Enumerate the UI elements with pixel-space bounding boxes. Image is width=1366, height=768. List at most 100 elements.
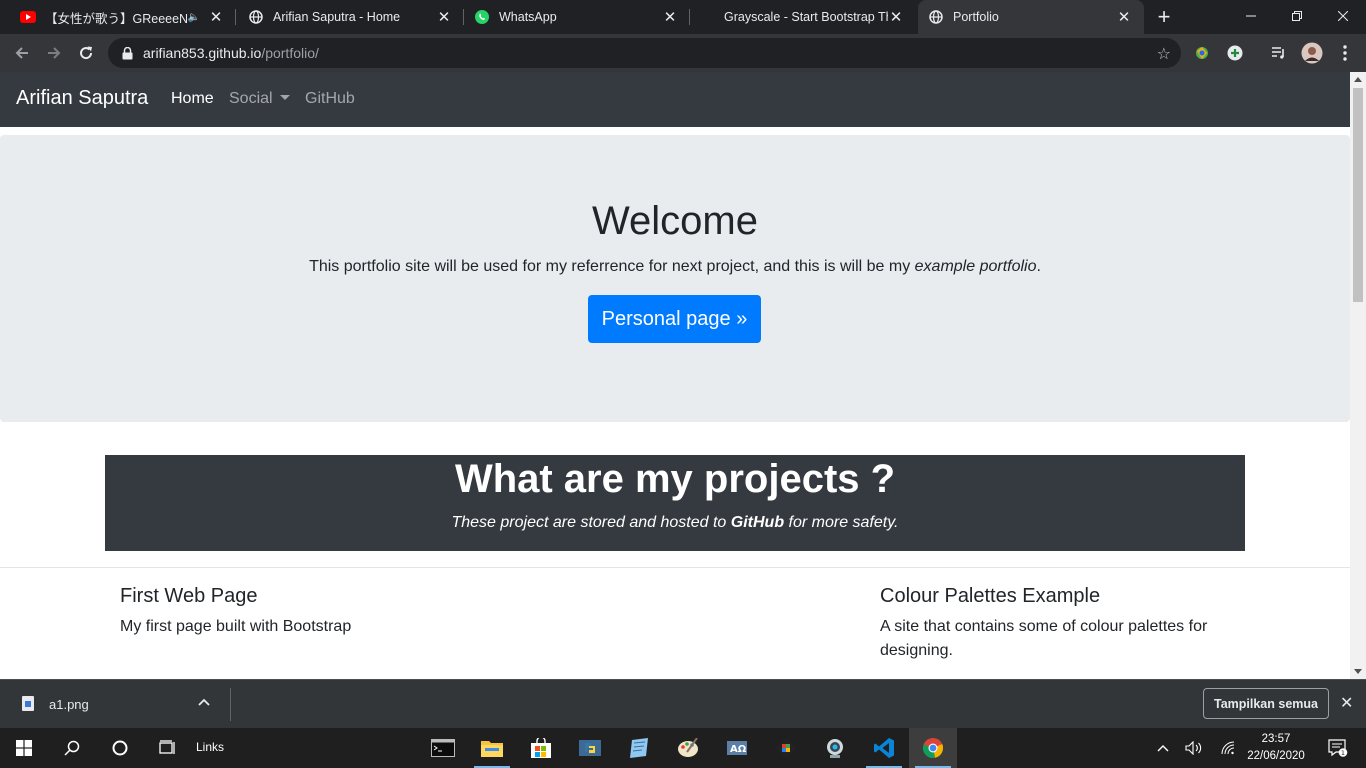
taskbar-snipping-tool[interactable] xyxy=(762,728,810,768)
globe-icon xyxy=(248,9,264,25)
shelf-separator xyxy=(230,688,231,721)
taskbar-python[interactable] xyxy=(566,728,614,768)
tab-portfolio[interactable]: Portfolio ✕ xyxy=(918,0,1144,34)
taskbar-paint[interactable] xyxy=(664,728,712,768)
nav-social-dropdown[interactable]: Social xyxy=(229,90,290,108)
show-all-button[interactable]: Tampilkan semua xyxy=(1203,688,1329,719)
new-tab-button[interactable]: + xyxy=(1152,4,1176,29)
tab-strip: 【女性が歌う】GReeeeN / 星 🔈 ✕ Arifian Saputra -… xyxy=(0,0,1366,34)
personal-page-button[interactable]: Personal page » xyxy=(588,295,761,343)
windows-taskbar: Links AΩ 23:57 22/06/2020 1 xyxy=(0,728,1366,768)
chrome-icon xyxy=(922,738,944,759)
task-view-button[interactable] xyxy=(144,728,192,768)
svg-text:AΩ: AΩ xyxy=(730,744,747,755)
python-icon xyxy=(579,740,601,756)
browser-toolbar: arifian853.github.io /portfolio/ ☆ xyxy=(0,34,1366,72)
tab-arifian-home[interactable]: Arifian Saputra - Home ✕ xyxy=(236,0,464,34)
media-queue-icon[interactable] xyxy=(1268,42,1290,64)
taskbar-webcam-app[interactable] xyxy=(811,728,859,768)
close-shelf-icon[interactable]: ✕ xyxy=(1340,693,1353,713)
nav-home[interactable]: Home xyxy=(171,90,214,108)
jumbotron-text: This portfolio site will be used for my … xyxy=(0,258,1350,276)
tab-youtube[interactable]: 【女性が歌う】GReeeeN / 星 🔈 ✕ xyxy=(0,0,236,34)
search-icon xyxy=(64,740,80,756)
reload-button[interactable] xyxy=(72,39,100,67)
taskbar-vscode[interactable] xyxy=(860,728,908,768)
taskbar-file-explorer[interactable] xyxy=(468,728,516,768)
bookmark-star-icon[interactable]: ☆ xyxy=(1157,44,1171,64)
tab-grayscale[interactable]: Grayscale - Start Bootstrap The ✕ xyxy=(690,0,916,34)
projects-subtitle-part: These project are stored and hosted to xyxy=(451,514,731,531)
jumbotron-text-end: . xyxy=(1036,258,1041,275)
paint-palette-icon xyxy=(678,738,698,757)
card-title-colour-palettes[interactable]: Colour Palettes Example xyxy=(880,585,1100,608)
download-filename[interactable]: a1.png xyxy=(49,697,89,712)
taskbar-store[interactable] xyxy=(517,728,565,768)
webcam-icon xyxy=(827,739,843,758)
page-scrollbar[interactable] xyxy=(1350,72,1366,679)
speaker-icon[interactable]: 🔈 xyxy=(188,12,200,23)
tab-title: WhatsApp xyxy=(499,10,557,24)
cortana-icon xyxy=(112,740,128,756)
task-view-icon xyxy=(159,740,175,754)
globe-icon xyxy=(928,9,944,25)
jumbotron-text-part: This portfolio site will be used for my … xyxy=(309,258,915,275)
action-center-button[interactable]: 1 xyxy=(1318,728,1358,768)
taskbar-character-map[interactable]: AΩ xyxy=(713,728,761,768)
forward-button[interactable] xyxy=(40,39,68,67)
taskbar-notes-app[interactable] xyxy=(615,728,663,768)
close-tab-icon[interactable]: ✕ xyxy=(888,9,904,26)
whatsapp-icon xyxy=(474,9,490,25)
clock-time: 23:57 xyxy=(1261,733,1291,745)
volume-button[interactable] xyxy=(1182,728,1206,768)
scroll-down-icon[interactable] xyxy=(1354,669,1362,674)
card-title-first-web-page[interactable]: First Web Page xyxy=(120,585,257,608)
notes-icon xyxy=(630,738,648,758)
image-file-icon xyxy=(22,696,34,711)
projects-subtitle-end: for more safety. xyxy=(784,514,899,531)
lock-icon[interactable] xyxy=(122,46,136,60)
caret-down-icon xyxy=(279,95,290,100)
show-hidden-icons-button[interactable] xyxy=(1152,728,1174,768)
network-button[interactable] xyxy=(1216,728,1240,768)
extension-icon[interactable] xyxy=(1191,42,1213,64)
nav-social-label: Social xyxy=(229,90,273,107)
nav-github[interactable]: GitHub xyxy=(305,90,355,108)
start-button[interactable] xyxy=(0,728,48,768)
projects-banner: What are my projects ? These project are… xyxy=(105,455,1245,551)
system-clock[interactable]: 23:57 22/06/2020 xyxy=(1240,731,1312,765)
chrome-menu-icon[interactable] xyxy=(1334,42,1356,64)
site-navbar: Arifian Saputra Home Social GitHub xyxy=(0,72,1350,127)
close-tab-icon[interactable]: ✕ xyxy=(662,9,678,26)
restore-button[interactable] xyxy=(1274,0,1320,32)
back-button[interactable] xyxy=(8,39,36,67)
navbar-brand[interactable]: Arifian Saputra xyxy=(16,87,148,110)
cortana-button[interactable] xyxy=(96,728,144,768)
taskbar-chrome[interactable] xyxy=(909,728,957,768)
close-window-button[interactable] xyxy=(1320,0,1366,32)
minimize-button[interactable] xyxy=(1228,0,1274,32)
chevron-up-icon xyxy=(1157,745,1169,752)
profile-avatar[interactable] xyxy=(1300,41,1324,65)
close-tab-icon[interactable]: ✕ xyxy=(208,9,224,26)
search-button[interactable] xyxy=(48,728,96,768)
tab-title: 【女性が歌う】GReeeeN / 星 xyxy=(45,11,188,26)
close-tab-icon[interactable]: ✕ xyxy=(1116,9,1132,26)
scroll-up-icon[interactable] xyxy=(1354,77,1362,82)
projects-subtitle-bold: GitHub xyxy=(730,514,785,531)
scrollbar-thumb[interactable] xyxy=(1353,88,1363,302)
volume-icon xyxy=(1185,741,1202,755)
address-bar[interactable]: arifian853.github.io /portfolio/ ☆ xyxy=(108,38,1181,68)
youtube-icon xyxy=(20,9,36,25)
jumbotron-text-emphasis: example portfolio xyxy=(914,258,1037,275)
chevron-up-icon[interactable] xyxy=(198,693,210,709)
git-diamond-icon xyxy=(776,738,796,758)
add-extension-icon[interactable] xyxy=(1224,42,1246,64)
wifi-icon xyxy=(1221,741,1235,755)
close-tab-icon[interactable]: ✕ xyxy=(436,9,452,26)
links-toolbar[interactable]: Links xyxy=(196,740,224,754)
windows-icon xyxy=(16,740,32,756)
taskbar-terminal[interactable] xyxy=(419,728,467,768)
tab-whatsapp[interactable]: WhatsApp ✕ xyxy=(464,0,690,34)
jumbotron-heading: Welcome xyxy=(592,199,758,243)
